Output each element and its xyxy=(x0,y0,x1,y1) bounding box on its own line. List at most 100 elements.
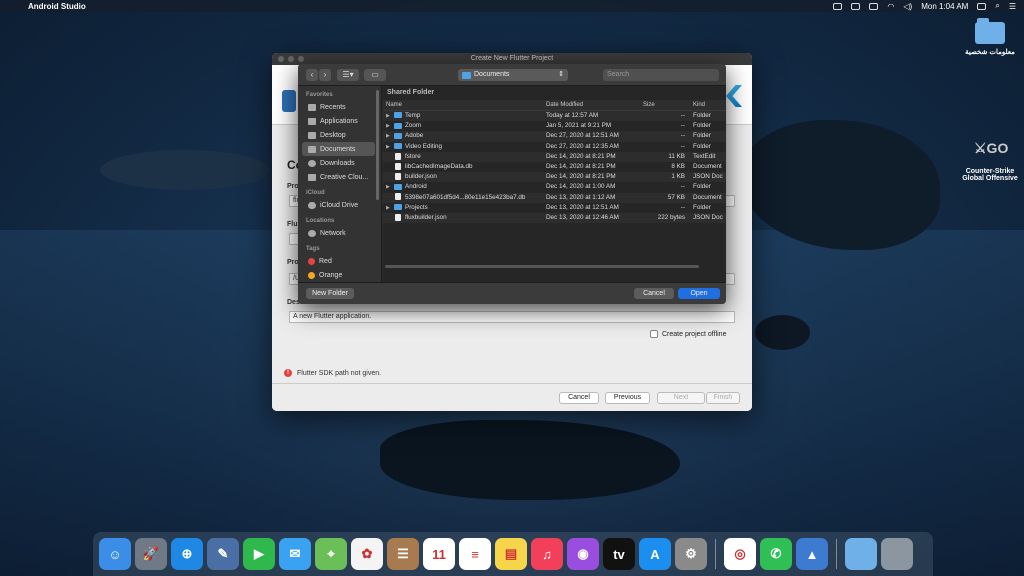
disclosure-triangle-icon[interactable]: ▶ xyxy=(386,182,394,192)
dock-calendar-icon[interactable]: 11 xyxy=(423,538,455,570)
column-date[interactable]: Date Modified xyxy=(543,100,640,110)
sidebar-item-applications[interactable]: Applications xyxy=(298,114,381,128)
disclosure-triangle-icon[interactable]: ▶ xyxy=(386,121,394,131)
volume-icon[interactable]: ◁) xyxy=(903,2,912,11)
disclosure-triangle-icon[interactable]: ▶ xyxy=(386,111,394,121)
new-folder-button[interactable]: New Folder xyxy=(306,288,354,299)
dock-reminders-icon[interactable]: ≡ xyxy=(459,538,491,570)
sidebar-item-recents[interactable]: Recents xyxy=(298,100,381,114)
close-button[interactable] xyxy=(278,56,284,62)
dock-preview-icon[interactable]: ✎ xyxy=(207,538,239,570)
file-row[interactable]: ▶ Android Dec 14, 2020 at 1:00 AM -- Folder xyxy=(383,182,726,192)
dock-chrome-icon[interactable]: ◎ xyxy=(724,538,756,570)
zoom-button[interactable] xyxy=(298,56,304,62)
group-button[interactable]: ▭ xyxy=(364,69,386,81)
status-icon[interactable] xyxy=(851,2,861,10)
file-name: 5398e07a601df5d4...80e11e15e423ba7.db xyxy=(405,193,526,201)
sidebar-item-documents[interactable]: Documents xyxy=(302,142,375,156)
file-row[interactable]: ▶ Zoom Jan 5, 2021 at 9:21 PM -- Folder xyxy=(383,121,726,131)
finish-button[interactable]: Finish xyxy=(706,392,740,404)
dock-music-icon[interactable]: ♫ xyxy=(531,538,563,570)
search-input[interactable]: Search xyxy=(603,69,719,81)
sdk-error-text: Flutter SDK path not given. xyxy=(297,369,382,377)
dock-downloads-folder-icon[interactable] xyxy=(845,538,877,570)
app-menu-name[interactable]: Android Studio xyxy=(28,2,86,11)
dock-android-studio-icon[interactable]: ▲ xyxy=(796,538,828,570)
dock-trash-icon[interactable] xyxy=(881,538,913,570)
clock-icon xyxy=(308,103,316,111)
disclosure-triangle-icon[interactable]: ▶ xyxy=(386,131,394,141)
back-button[interactable]: ‹ xyxy=(306,69,318,81)
cancel-button[interactable]: Cancel xyxy=(634,288,674,299)
file-row[interactable]: ▶ Temp Today at 12:57 AM -- Folder xyxy=(383,111,726,122)
forward-button[interactable]: › xyxy=(319,69,331,81)
file-date: Dec 14, 2020 at 8:21 PM xyxy=(546,152,616,160)
file-date: Dec 27, 2020 at 12:51 AM xyxy=(546,132,619,140)
dock-messages-icon[interactable]: ✉ xyxy=(279,538,311,570)
cancel-button[interactable]: Cancel xyxy=(559,392,599,404)
sidebar-item-icloud-drive[interactable]: iCloud Drive xyxy=(298,198,381,212)
spotlight-icon[interactable]: ⌕ xyxy=(995,1,999,11)
previous-button[interactable]: Previous xyxy=(605,392,650,404)
dock-photos-icon[interactable]: ✿ xyxy=(351,538,383,570)
status-icon[interactable] xyxy=(833,2,843,10)
view-options-button[interactable]: ☰▾ xyxy=(337,69,359,81)
open-button[interactable]: Open xyxy=(678,288,720,299)
file-row[interactable]: ▶ Adobe Dec 27, 2020 at 12:51 AM -- Folder xyxy=(383,131,726,142)
dock-safari-icon[interactable]: ⊕ xyxy=(171,538,203,570)
offline-checkbox[interactable] xyxy=(650,330,658,338)
desktop-folder[interactable]: معلومات شخصية xyxy=(955,18,1024,56)
flag-icon[interactable] xyxy=(977,2,987,10)
sdk-error-message: ! Flutter SDK path not given. xyxy=(284,369,381,377)
dock-apple-tv-icon[interactable]: tv xyxy=(603,538,635,570)
dock-app-store-icon[interactable]: A xyxy=(639,538,671,570)
file-kind: Document xyxy=(693,193,722,201)
sidebar-item-tag-red[interactable]: Red xyxy=(298,254,381,268)
column-kind[interactable]: Kind xyxy=(690,100,726,110)
dock-maps-icon[interactable]: ⌖ xyxy=(315,538,347,570)
column-size[interactable]: Size xyxy=(640,100,690,110)
sidebar-scrollbar[interactable] xyxy=(376,90,379,200)
file-row[interactable]: ▶ Projects Dec 13, 2020 at 12:51 AM -- Folde… xyxy=(383,203,726,213)
disclosure-triangle-icon[interactable]: ▶ xyxy=(386,142,394,152)
column-name[interactable]: Name xyxy=(383,100,543,110)
file-dialog-sidebar: Favorites Recents Applications Desktop D… xyxy=(298,86,382,282)
clock[interactable]: Mon 1:04 AM xyxy=(921,2,968,11)
file-row[interactable]: builder.json Dec 14, 2020 at 8:21 PM 1 KB J… xyxy=(383,172,726,183)
sidebar-item-desktop[interactable]: Desktop xyxy=(298,128,381,142)
dock-facetime-icon[interactable]: ▶ xyxy=(243,538,275,570)
dock-contacts-icon[interactable]: ☰ xyxy=(387,538,419,570)
file-row[interactable]: fluxbuilder.json Dec 13, 2020 at 12:46 AM… xyxy=(383,212,726,224)
dock-system-preferences-icon[interactable]: ⚙ xyxy=(675,538,707,570)
dialog-footer: Cancel Previous Next Finish xyxy=(272,383,752,411)
sidebar-item-downloads[interactable]: Downloads xyxy=(298,156,381,170)
offline-option[interactable]: Create project offline xyxy=(650,330,726,338)
sidebar-item-creative-cloud[interactable]: Creative Clou... xyxy=(298,170,381,184)
next-button[interactable]: Next xyxy=(657,392,705,404)
dock-notes-icon[interactable]: ▤ xyxy=(495,538,527,570)
dock-whatsapp-icon[interactable]: ✆ xyxy=(760,538,792,570)
status-icon[interactable] xyxy=(869,2,879,10)
file-name-cell: builder.json xyxy=(383,172,543,182)
disclosure-triangle-icon[interactable]: ▶ xyxy=(386,203,394,213)
wifi-icon[interactable]: ◠ xyxy=(887,2,894,11)
minimize-button[interactable] xyxy=(288,56,294,62)
offline-label: Create project offline xyxy=(662,330,727,338)
dock-podcasts-icon[interactable]: ◉ xyxy=(567,538,599,570)
desktop-game-shortcut[interactable]: ⚔GO Counter-Strike Global Offensive xyxy=(955,140,1024,182)
horizontal-scrollbar[interactable] xyxy=(385,265,699,268)
description-field[interactable]: A new Flutter application. xyxy=(289,311,735,323)
dock-launchpad-icon[interactable]: 🚀 xyxy=(135,538,167,570)
file-row[interactable]: libCachedImageData.db Dec 14, 2020 at 8:2… xyxy=(383,162,726,172)
control-center-icon[interactable]: ☰ xyxy=(1009,2,1016,11)
file-row[interactable]: 5398e07a601df5d4...80e11e15e423ba7.db Dec… xyxy=(383,192,726,203)
folder-icon xyxy=(394,112,402,119)
sidebar-item-network[interactable]: Network xyxy=(298,226,381,240)
file-row[interactable]: ▶ Video Editing Dec 27, 2020 at 12:35 AM --… xyxy=(383,142,726,152)
desktop-game-label: Counter-Strike Global Offensive xyxy=(962,168,1018,182)
sidebar-item-tag-orange[interactable]: Orange xyxy=(298,268,381,282)
location-popup[interactable]: Documents ⇕ xyxy=(458,69,568,81)
dock-finder-icon[interactable]: ☺ xyxy=(99,538,131,570)
file-row[interactable]: fstore Dec 14, 2020 at 8:21 PM 11 KB TextEd… xyxy=(383,151,726,162)
sidebar-item-label: Orange xyxy=(319,271,343,279)
